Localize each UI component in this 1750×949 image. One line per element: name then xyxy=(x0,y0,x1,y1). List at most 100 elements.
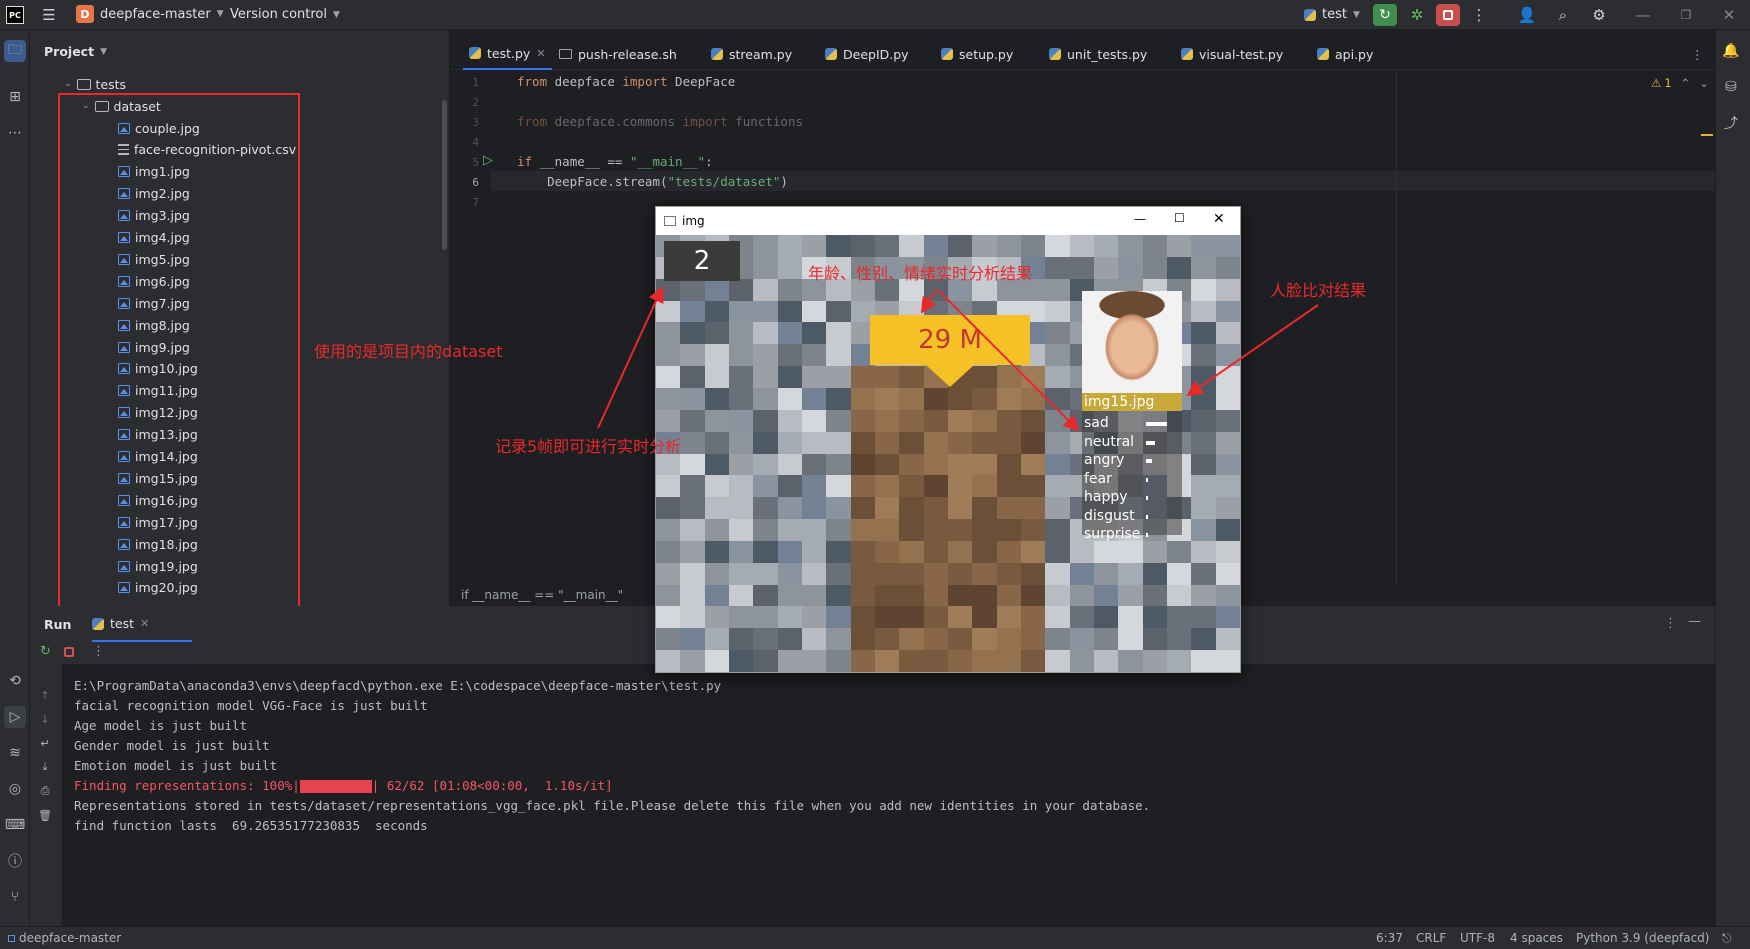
add-user-icon[interactable]: 👤 xyxy=(1516,4,1538,26)
run-config-selector[interactable]: test ▼ xyxy=(1304,7,1360,22)
version-control-menu[interactable]: Version control ▼ xyxy=(230,7,340,22)
soft-wrap-icon[interactable]: ↵ xyxy=(34,732,56,754)
project-folder-icon[interactable]: 🗀 xyxy=(4,40,26,62)
debug-icon[interactable]: ✲ xyxy=(1406,4,1428,26)
tab-push-release-sh[interactable]: push-release.sh xyxy=(559,38,677,70)
scroll-end-icon[interactable]: ⤓ xyxy=(34,756,56,778)
tab-visual-test-py[interactable]: visual-test.py xyxy=(1181,38,1283,70)
mosaic-tile xyxy=(923,650,949,672)
mosaic-tile xyxy=(972,606,998,630)
database-icon[interactable]: ⛁ xyxy=(1720,76,1742,98)
terminal-icon[interactable]: ⌨ xyxy=(4,814,26,836)
close-tab-icon[interactable]: ✕ xyxy=(536,47,545,60)
close-tab-icon[interactable]: ✕ xyxy=(140,617,149,630)
warning-indicator[interactable]: ⚠ 1 ⌃ ⌄ xyxy=(1651,76,1709,90)
problems-icon[interactable]: ⓘ xyxy=(4,850,26,872)
mosaic-tile xyxy=(948,453,974,477)
mosaic-tile xyxy=(802,387,828,411)
maximize-icon[interactable]: ☐ xyxy=(1174,211,1185,225)
close-icon[interactable]: ✕ xyxy=(1213,211,1225,227)
lock-icon[interactable]: ⎋ xyxy=(1722,927,1732,949)
structure-icon[interactable]: ⊞ xyxy=(4,86,26,108)
status-caret-position[interactable]: 6:37 xyxy=(1376,927,1403,949)
match-label: img15.jpg xyxy=(1082,393,1182,411)
sciview-icon[interactable]: ⤴ xyxy=(1720,112,1742,134)
more-icon[interactable]: ⋮ xyxy=(92,644,105,659)
scrollbar[interactable] xyxy=(442,100,447,250)
mosaic-tile xyxy=(1118,606,1144,630)
status-encoding[interactable]: UTF-8 xyxy=(1460,927,1495,949)
mosaic-tile xyxy=(753,235,779,258)
tree-folder-tests[interactable]: ⌄ tests xyxy=(64,74,126,94)
search-icon[interactable]: ⌕ xyxy=(1552,4,1574,26)
project-selector[interactable]: D deepface-master ▼ xyxy=(76,5,224,23)
notifications-icon[interactable]: 🔔 xyxy=(1720,40,1742,62)
mosaic-tile xyxy=(680,366,706,389)
mosaic-tile xyxy=(1118,562,1144,586)
git-icon[interactable]: ⑂ xyxy=(4,886,26,908)
emotion-label: angry xyxy=(1084,452,1125,468)
chevron-down-icon: ▼ xyxy=(333,9,340,20)
plugins-icon[interactable]: ⟲ xyxy=(4,670,26,692)
mosaic-tile xyxy=(1021,628,1047,652)
mosaic-tile xyxy=(875,431,901,455)
mosaic-tile xyxy=(704,431,730,455)
python-file-icon xyxy=(941,48,953,60)
trash-icon[interactable]: 🗑 xyxy=(34,804,56,826)
scroll-down-icon[interactable]: ↓ xyxy=(34,708,56,730)
close-icon[interactable]: ✕ xyxy=(1718,4,1740,26)
mosaic-tile xyxy=(704,278,730,302)
mosaic-tile xyxy=(1215,256,1240,280)
hide-panel-icon[interactable]: — xyxy=(1688,614,1701,629)
mosaic-tile xyxy=(826,519,852,542)
status-indent[interactable]: 4 spaces xyxy=(1510,927,1563,949)
mosaic-tile xyxy=(729,409,755,433)
tab-unit-tests-py[interactable]: unit_tests.py xyxy=(1049,38,1147,70)
layers-icon[interactable]: ≋ xyxy=(4,742,26,764)
mosaic-tile xyxy=(704,453,730,477)
tab-api-py[interactable]: api.py xyxy=(1317,38,1373,70)
stop-button[interactable] xyxy=(1436,4,1460,26)
status-line-separator[interactable]: CRLF xyxy=(1416,927,1446,949)
python-file-icon xyxy=(1049,48,1061,60)
run-tool-icon[interactable]: ▷ xyxy=(4,706,26,728)
more-tools-icon[interactable]: ⋯ xyxy=(4,122,26,144)
rerun-button[interactable]: ↻ xyxy=(1373,4,1397,26)
menu-icon[interactable]: ☰ xyxy=(38,4,60,26)
mosaic-tile xyxy=(1094,540,1120,564)
stop-icon[interactable] xyxy=(64,647,74,657)
status-project[interactable]: deepface-master xyxy=(8,927,121,949)
restore-icon[interactable]: ❐ xyxy=(1675,4,1697,26)
tab-label: unit_tests.py xyxy=(1067,46,1148,62)
mosaic-tile xyxy=(826,475,852,499)
annotation-dataset-note: 使用的是项目内的dataset xyxy=(314,342,503,361)
services-icon[interactable]: ◎ xyxy=(4,778,26,800)
rerun-icon[interactable]: ↻ xyxy=(40,644,51,659)
settings-icon[interactable]: ⚙ xyxy=(1588,4,1610,26)
tab-options-icon[interactable]: ⋮ xyxy=(1691,38,1704,70)
mosaic-tile xyxy=(753,322,779,346)
mosaic-tile xyxy=(1167,606,1193,630)
scroll-up-icon[interactable]: ↑ xyxy=(34,684,56,706)
mosaic-tile xyxy=(1021,475,1047,499)
more-icon[interactable]: ⋮ xyxy=(1468,4,1490,26)
emotion-label: disgust xyxy=(1084,507,1135,524)
minimize-icon[interactable]: — xyxy=(1632,4,1654,26)
mosaic-tile xyxy=(1021,431,1047,455)
mosaic-tile xyxy=(972,235,998,258)
tab-stream-py[interactable]: stream.py xyxy=(711,38,792,70)
tab-setup-py[interactable]: setup.py xyxy=(941,38,1013,70)
mosaic-tile xyxy=(826,650,852,672)
tab-test-py[interactable]: test.py ✕ xyxy=(463,38,552,70)
tab-deepid-py[interactable]: DeepID.py xyxy=(825,38,909,70)
run-gutter-icon[interactable]: ▷ xyxy=(483,153,493,168)
minimize-icon[interactable]: — xyxy=(1134,212,1146,226)
run-options-icon[interactable]: ⋮ xyxy=(1664,616,1677,631)
project-panel-header[interactable]: Project ▼ xyxy=(44,44,107,59)
img-window-titlebar[interactable]: img — ☐ ✕ xyxy=(656,207,1240,235)
status-interpreter[interactable]: Python 3.9 (deepfacd) xyxy=(1576,927,1709,949)
print-icon[interactable]: ⎙ xyxy=(34,780,56,802)
editor-tab-bar: test.py ✕ push-release.sh stream.py Deep… xyxy=(451,38,1715,70)
mosaic-tile xyxy=(729,344,755,368)
run-tab-test[interactable]: test ✕ xyxy=(92,616,149,631)
